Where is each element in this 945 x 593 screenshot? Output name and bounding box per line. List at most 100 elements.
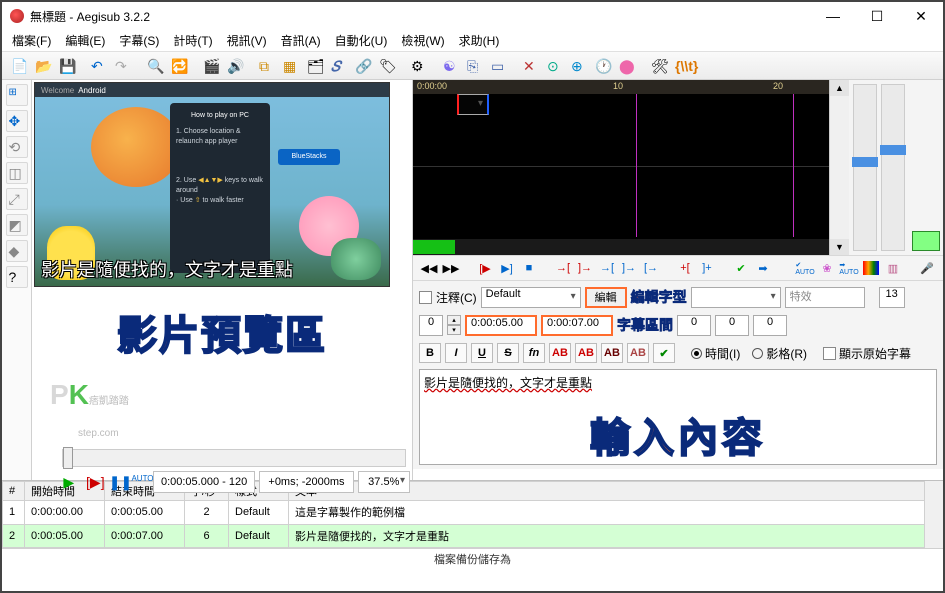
col-num[interactable]: # [3,482,25,501]
help-mode-icon[interactable]: ? [6,266,28,288]
spellcheck-icon[interactable]: ☯ [440,55,462,77]
lead-in-icon[interactable]: +[ [675,258,695,278]
layer-spinner[interactable]: ▴▾ [447,315,461,335]
play-last-icon[interactable]: ]→ [619,258,639,278]
vector-clip-icon[interactable]: ◆ [6,240,28,262]
color2-button[interactable]: AB [575,343,597,363]
resample-icon[interactable]: ✕ [520,55,542,77]
autoscroll-icon[interactable]: ➡AUTO [839,258,859,278]
margin-r-input[interactable]: 0 [715,315,749,336]
options-icon[interactable]: 🛠 [648,55,670,77]
play-line-audio-icon[interactable]: ▶] [497,258,517,278]
menu-video[interactable]: 視訊(V) [227,32,267,49]
actor-select[interactable] [691,287,781,308]
play-sel-icon[interactable]: [▶ [475,258,495,278]
time-radio[interactable]: 時間(I) [691,345,740,362]
frame-radio[interactable]: 影格(R) [752,345,807,362]
effect-input[interactable]: 特效 [785,287,865,308]
automation-icon[interactable]: ⚙ [408,55,430,77]
play-icon[interactable]: ▶ [62,471,81,493]
redo-icon[interactable]: ↷ [112,55,134,77]
new-file-icon[interactable]: 📄 [8,55,30,77]
bold-button[interactable]: B [419,343,441,363]
pause-icon[interactable]: ❚❚ [107,471,126,493]
rotate-z-icon[interactable]: ⟲ [6,136,28,158]
autocommit-icon[interactable]: ✔AUTO [795,258,815,278]
drag-icon[interactable]: ✥ [6,110,28,132]
menu-automation[interactable]: 自動化(U) [335,32,388,49]
close-button[interactable]: ✕ [899,3,943,29]
margin-l-input[interactable]: 0 [677,315,711,336]
minimize-button[interactable]: — [811,3,855,29]
translation-icon[interactable]: ⎘ [464,55,486,77]
strike-button[interactable]: S [497,343,519,363]
style-select[interactable]: Default [481,287,581,308]
color4-button[interactable]: AB [627,343,649,363]
start-time-input[interactable]: 0:00:05.00 [465,315,537,336]
show-original-checkbox[interactable]: 顯示原始字幕 [823,345,911,362]
underline-button[interactable]: U [471,343,493,363]
open-file-icon[interactable]: 📂 [32,55,54,77]
color3-button[interactable]: AB [601,343,623,363]
layer-input[interactable]: 0 [419,315,443,336]
style-mgr-icon[interactable]: ▦ [280,55,302,77]
video-preview[interactable]: Welcome Android How to play on PC 1. Cho… [34,82,390,287]
end-time-input[interactable]: 0:00:07.00 [541,315,613,336]
commit-icon[interactable]: ✔ [731,258,751,278]
medusa-icon[interactable]: ▥ [883,258,903,278]
fontname-button[interactable]: fn [523,343,545,363]
properties-icon[interactable]: 🔗 [352,55,374,77]
menu-timing[interactable]: 計時(T) [173,32,212,49]
goto-icon[interactable]: ➡ [753,258,773,278]
grid-row[interactable]: 20:00:05.000:00:07.006Default影片是隨便找的，文字才… [3,524,925,548]
save-icon[interactable]: 💾 [56,55,78,77]
audio-open-icon[interactable]: 🔊 [224,55,246,77]
menu-edit[interactable]: 編輯(E) [65,32,105,49]
audio-vscroll[interactable]: ▲▼ [829,80,849,255]
video-open-icon[interactable]: 🎬 [200,55,222,77]
menu-view[interactable]: 檢視(W) [401,32,444,49]
vertical-zoom-slider[interactable] [881,84,905,251]
autonext-icon[interactable]: ❀ [817,258,837,278]
prev-line-icon[interactable]: ◀◀ [419,258,439,278]
rotate-xy-icon[interactable]: ◫ [6,162,28,184]
font-collect-icon[interactable]: 𝑆 [328,55,350,77]
spectrum-icon[interactable] [861,258,881,278]
play-before-icon[interactable]: →[ [553,258,573,278]
play-first-icon[interactable]: →[ [597,258,617,278]
menu-subtitle[interactable]: 字幕(S) [119,32,159,49]
spectrum-toggle-button[interactable] [912,231,940,251]
find-icon[interactable]: 🔍 [144,55,166,77]
menu-help[interactable]: 求助(H) [459,32,500,49]
next-line-icon[interactable]: ▶▶ [441,258,461,278]
edit-style-button[interactable]: 編輯 [585,287,627,308]
karaoke-icon[interactable]: 🎤 [917,258,937,278]
stdmode-icon[interactable]: ⊞ [6,84,28,106]
tag-icon[interactable]: 🏷 [376,55,398,77]
shift-times-icon[interactable]: ⧉ [256,55,278,77]
video-seek-slider[interactable] [62,449,406,467]
undo-icon[interactable]: ↶ [88,55,110,77]
sort-icon[interactable]: ⬤ [616,55,638,77]
timing-post-icon[interactable]: ⊙ [544,55,566,77]
play-line-icon[interactable]: [▶] [85,471,104,493]
comment-checkbox[interactable] [419,291,432,304]
audio-waveform[interactable]: 0:00:00 10 20 [413,80,829,255]
maximize-button[interactable]: ☐ [855,3,899,29]
play-to-end-icon[interactable]: [→ [641,258,661,278]
margin-v-input[interactable]: 0 [753,315,787,336]
italic-button[interactable]: I [445,343,467,363]
menu-file[interactable]: 檔案(F) [12,32,51,49]
menu-audio[interactable]: 音訊(A) [281,32,321,49]
subtitle-text-input[interactable]: 影片是隨便找的，文字才是重點 輸入內容 [419,369,937,465]
grid-vscroll[interactable] [925,481,943,548]
commit-text-button[interactable]: ✔ [653,343,675,363]
video-zoom-select[interactable]: 37.5% [358,471,410,493]
autoseek-icon[interactable]: AUTO [130,471,149,493]
tag-cycle-icon[interactable]: {\\t} [672,55,694,77]
lead-out-icon[interactable]: ]+ [697,258,717,278]
kanji-timer-icon[interactable]: ⊕ [568,55,590,77]
audio-selection[interactable] [457,94,489,115]
replace-icon[interactable]: 🔁 [168,55,190,77]
clip-icon[interactable]: ◩ [6,214,28,236]
